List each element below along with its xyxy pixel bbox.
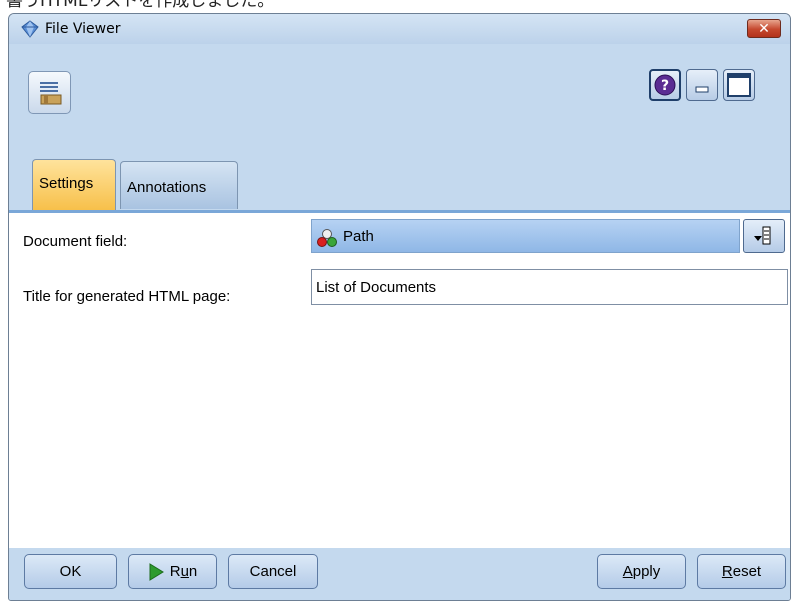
minimize-icon: [695, 86, 709, 93]
tab-settings[interactable]: Settings: [32, 159, 116, 210]
document-field-select[interactable]: Path: [311, 219, 740, 253]
cancel-button[interactable]: Cancel: [228, 554, 318, 589]
html-title-input[interactable]: [311, 269, 788, 305]
minimize-button[interactable]: [686, 69, 718, 101]
cancel-label: Cancel: [249, 563, 297, 580]
reset-label: Reset: [721, 563, 762, 580]
settings-panel: Document field: Path Title for generated…: [9, 210, 790, 548]
run-button[interactable]: Run: [128, 554, 217, 589]
apply-label: Apply: [622, 563, 661, 580]
button-bar: OK Run Cancel Apply Reset: [9, 548, 790, 600]
ok-button[interactable]: OK: [24, 554, 117, 589]
html-title-label: Title for generated HTML page:: [23, 288, 231, 305]
file-viewer-window: File Viewer ✕ ? Settings Annotations Doc…: [8, 13, 791, 601]
field-picker-icon: [754, 226, 771, 245]
close-icon: ✕: [758, 20, 770, 36]
field-picker-button[interactable]: [743, 219, 785, 253]
run-label: Run: [169, 563, 198, 580]
document-field-value: Path: [343, 228, 374, 245]
page-caption: 書うHTMLリストを作成しました。: [6, 0, 275, 11]
app-diamond-icon: [21, 20, 39, 38]
title-bar[interactable]: File Viewer ✕: [9, 14, 790, 44]
maximize-icon: [727, 73, 751, 97]
help-button[interactable]: ?: [649, 69, 681, 101]
maximize-button[interactable]: [723, 69, 755, 101]
help-icon: ?: [654, 74, 676, 96]
reset-button[interactable]: Reset: [697, 554, 786, 589]
tab-strip: Settings Annotations: [9, 139, 790, 210]
window-title: File Viewer: [45, 21, 121, 37]
file-viewer-node-icon[interactable]: [28, 71, 71, 114]
tab-annotations[interactable]: Annotations: [120, 161, 238, 209]
field-type-icon: [316, 228, 338, 252]
ok-label: OK: [59, 563, 82, 580]
play-icon: [149, 562, 164, 581]
svg-text:?: ?: [661, 78, 669, 94]
document-field-label: Document field:: [23, 233, 128, 250]
apply-button[interactable]: Apply: [597, 554, 686, 589]
close-button[interactable]: ✕: [747, 19, 781, 38]
